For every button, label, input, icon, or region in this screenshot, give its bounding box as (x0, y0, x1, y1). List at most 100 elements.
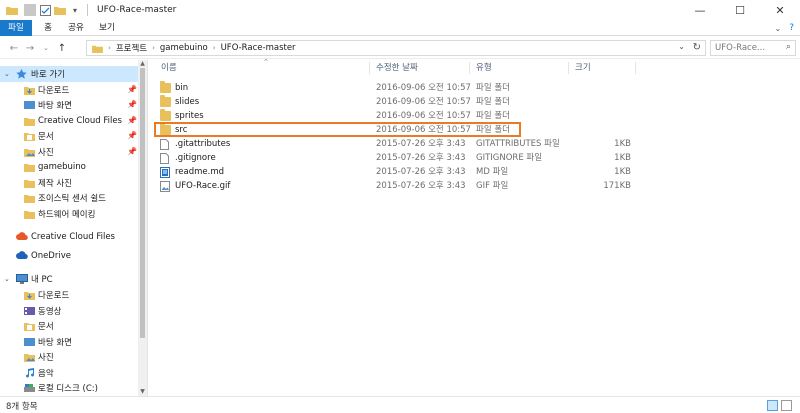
file-type: GITIGNORE 파일 (476, 153, 543, 163)
column-header-size[interactable]: 크기 (575, 60, 591, 76)
close-button[interactable]: ✕ (760, 0, 800, 20)
nav-onedrive[interactable]: OneDrive (0, 248, 138, 264)
documents-icon (24, 321, 35, 331)
forward-button[interactable]: → (24, 41, 36, 55)
expand-ribbon-icon[interactable]: ⌄ (775, 24, 782, 33)
nav-label: 다운로드 (38, 291, 70, 301)
column-divider[interactable] (568, 62, 569, 74)
nav-item-documents[interactable]: 문서 📌 (0, 128, 138, 144)
nav-pc-music[interactable]: 음악 (0, 365, 138, 381)
details-view-button[interactable] (767, 400, 778, 411)
cloud-icon (16, 251, 28, 261)
download-folder-icon (24, 85, 35, 95)
nav-this-pc[interactable]: ⌄ 내 PC (0, 271, 138, 287)
nav-label: 동영상 (38, 307, 62, 317)
help-icon[interactable]: ? (789, 23, 794, 33)
column-divider[interactable] (635, 62, 636, 74)
chevron-down-icon[interactable]: ⌄ (4, 70, 10, 78)
file-name: readme.md (175, 167, 225, 177)
nav-pc-downloads[interactable]: 다운로드 (0, 287, 138, 303)
minimize-button[interactable]: — (680, 0, 720, 20)
nav-label: OneDrive (31, 251, 71, 261)
file-row[interactable]: readme.md 2015-07-26 오후 3:43 MD 파일 1KB (155, 165, 635, 179)
tab-home[interactable]: 홈 (36, 20, 60, 36)
tab-file[interactable]: 파일 (0, 20, 32, 36)
breadcrumb-projects[interactable]: 프로젝트 (116, 42, 147, 54)
file-row[interactable]: .gitattributes 2015-07-26 오후 3:43 GITATT… (155, 137, 635, 151)
refresh-icon[interactable]: ↻ (693, 42, 701, 53)
folder-icon[interactable] (6, 4, 18, 16)
chevron-right-icon[interactable]: › (108, 44, 111, 52)
properties-icon[interactable] (39, 4, 51, 16)
pin-icon[interactable]: 📌 (127, 100, 137, 109)
window-title: UFO-Race-master (97, 5, 177, 15)
breadcrumb-current[interactable]: UFO-Race-master (221, 43, 296, 53)
pin-icon[interactable]: 📌 (127, 131, 137, 140)
pin-icon[interactable]: 📌 (127, 116, 137, 125)
maximize-button[interactable]: ☐ (720, 0, 760, 20)
column-header-type[interactable]: 유형 (476, 60, 492, 76)
customize-toolbar-icon[interactable]: ▾ (69, 4, 81, 16)
file-row[interactable]: .gitignore 2015-07-26 오후 3:43 GITIGNORE … (155, 151, 635, 165)
column-header-name[interactable]: 이름 (161, 60, 177, 76)
nav-label: 하드웨어 메이킹 (38, 210, 96, 220)
column-header-modified[interactable]: 수정한 날짜 (376, 60, 418, 76)
search-icon[interactable]: ⌕ (786, 42, 791, 52)
nav-pc-pictures[interactable]: 사진 (0, 349, 138, 365)
nav-label: 문서 (38, 322, 54, 332)
address-dropdown-icon[interactable]: ⌄ (678, 42, 685, 51)
file-size: 1KB (614, 153, 631, 163)
navigation-pane: ⌄ 바로 가기 다운로드 📌 바탕 화면 📌 Creative Cloud Fi… (0, 60, 148, 396)
file-row[interactable]: bin 2016-09-06 오전 10:57 파일 폴더 (155, 81, 635, 95)
breadcrumb-gamebuino[interactable]: gamebuino (160, 43, 208, 53)
chevron-right-icon[interactable]: › (213, 44, 216, 52)
nav-label: 다운로드 (38, 86, 70, 96)
column-divider[interactable] (469, 62, 470, 74)
folder-icon (24, 193, 35, 203)
nav-item-making-photos[interactable]: 제작 사진 (0, 175, 138, 191)
column-divider[interactable] (369, 62, 370, 74)
nav-creative-cloud-files[interactable]: Creative Cloud Files (0, 229, 138, 245)
scroll-down-icon[interactable]: ▼ (139, 389, 146, 395)
pin-icon[interactable]: 📌 (127, 147, 137, 156)
nav-item-desktop[interactable]: 바탕 화면 📌 (0, 97, 138, 113)
large-icons-view-button[interactable] (781, 400, 792, 411)
file-row[interactable]: UFO-Race.gif 2015-07-26 오후 3:43 GIF 파일 1… (155, 179, 635, 193)
drive-icon (24, 383, 35, 393)
nav-scrollbar[interactable]: ▲ ▼ (138, 60, 147, 396)
scrollbar-thumb[interactable] (140, 68, 145, 338)
recent-locations-button[interactable]: ⌄ (40, 41, 52, 55)
nav-quick-access[interactable]: ⌄ 바로 가기 (0, 66, 138, 82)
scroll-up-icon[interactable]: ▲ (139, 61, 146, 67)
file-name: slides (175, 97, 200, 107)
quick-access-toolbar: ▾ (6, 0, 84, 20)
file-type: 파일 폴더 (476, 111, 510, 121)
nav-pc-documents[interactable]: 문서 (0, 318, 138, 334)
nav-label: gamebuino (38, 162, 86, 172)
tab-view[interactable]: 보기 (92, 20, 122, 36)
tab-share[interactable]: 공유 (62, 20, 90, 36)
chevron-right-icon[interactable]: › (152, 44, 155, 52)
address-bar[interactable]: › 프로젝트 › gamebuino › UFO-Race-master ⌄ ↻ (86, 40, 706, 56)
nav-pc-desktop[interactable]: 바탕 화면 (0, 334, 138, 350)
new-folder-icon[interactable] (54, 4, 66, 16)
nav-item-creative-cloud[interactable]: Creative Cloud Files 📌 (0, 113, 138, 129)
pin-icon[interactable]: 📌 (127, 85, 137, 94)
file-row[interactable]: slides 2016-09-06 오전 10:57 파일 폴더 (155, 95, 635, 109)
file-name: bin (175, 83, 189, 93)
nav-pc-local-disk[interactable]: 로컬 디스크 (C:) (0, 380, 138, 396)
file-row[interactable]: src 2016-09-06 오전 10:57 파일 폴더 (155, 123, 635, 137)
file-row[interactable]: sprites 2016-09-06 오전 10:57 파일 폴더 (155, 109, 635, 123)
nav-item-gamebuino[interactable]: gamebuino (0, 159, 138, 175)
file-date: 2015-07-26 오후 3:43 (376, 153, 466, 163)
search-input[interactable]: UFO-Race... ⌕ (710, 40, 796, 56)
nav-pc-videos[interactable]: 동영상 (0, 303, 138, 319)
up-button[interactable]: ↑ (56, 41, 68, 55)
nav-item-pictures[interactable]: 사진 📌 (0, 144, 138, 160)
nav-item-hardware-making[interactable]: 하드웨어 메이킹 (0, 206, 138, 222)
chevron-down-icon[interactable]: ⌄ (4, 275, 10, 283)
nav-item-joystick-shield[interactable]: 조이스틱 센서 쉴드 (0, 190, 138, 206)
nav-item-downloads[interactable]: 다운로드 📌 (0, 82, 138, 98)
desktop-folder-icon (24, 100, 35, 110)
back-button[interactable]: ← (8, 41, 20, 55)
